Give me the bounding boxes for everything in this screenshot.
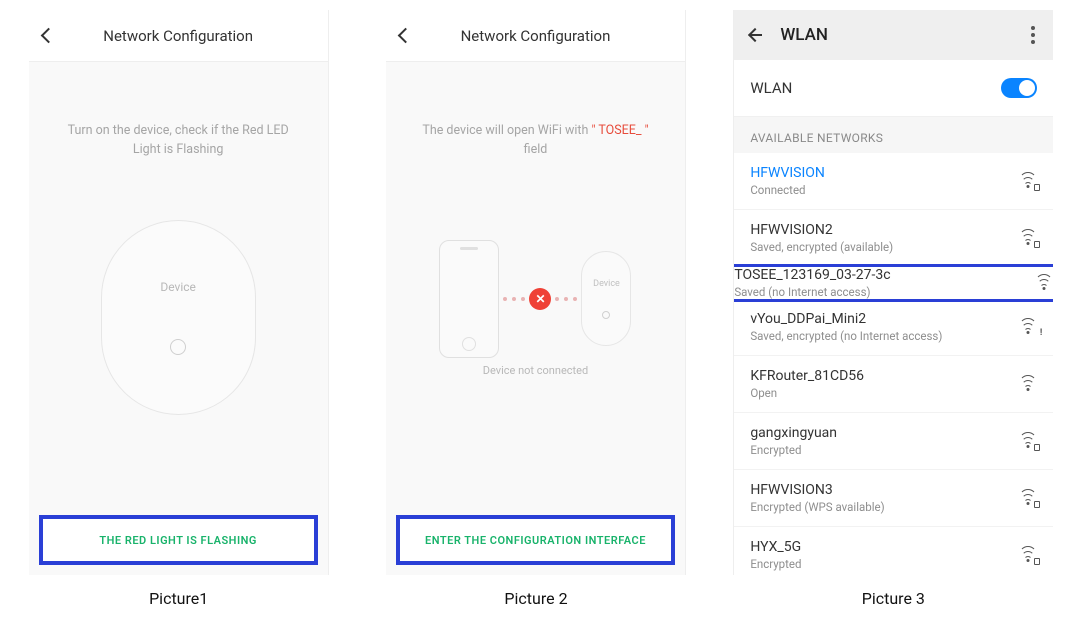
network-status: Encrypted: [750, 443, 837, 457]
wifi-icon: !: [1019, 320, 1037, 334]
network-name: HYX_5G: [750, 539, 801, 555]
picture1-col: Network Configuration Turn on the device…: [0, 10, 357, 643]
wifi-icon: [1019, 377, 1037, 391]
wifi-icon: [1019, 491, 1037, 505]
instruction-suffix: field: [524, 142, 548, 157]
picture1-caption: Picture1: [149, 589, 208, 608]
device-illustration: Device: [101, 220, 256, 415]
available-networks-label: AVAILABLE NETWORKS: [734, 117, 1053, 153]
picture3-caption: Picture 3: [862, 589, 925, 608]
nav-header: Network Configuration: [386, 10, 685, 62]
network-row[interactable]: TOSEE_123169_03-27-3c Saved (no Internet …: [733, 264, 1053, 302]
network-name: vYou_DDPai_Mini2: [750, 311, 942, 327]
picture2-screen: Network Configuration The device will op…: [386, 10, 686, 575]
network-name: HFWVISION3: [750, 482, 884, 498]
dots-left: [503, 297, 525, 301]
picture3-col: WLAN WLAN AVAILABLE NETWORKS HFWVISION Co…: [715, 10, 1072, 643]
device-led-icon: [602, 311, 610, 319]
wlan-title: WLAN: [780, 25, 828, 45]
network-info: HFWVISION Connected: [750, 165, 825, 197]
network-info: HFWVISION3 Encrypted (WPS available): [750, 482, 884, 514]
page-title: Network Configuration: [386, 27, 685, 45]
picture2-caption: Picture 2: [504, 589, 567, 608]
wifi-icon: [1019, 174, 1037, 188]
picture3-screen: WLAN WLAN AVAILABLE NETWORKS HFWVISION Co…: [733, 10, 1053, 575]
picture1-screen: Network Configuration Turn on the device…: [29, 10, 329, 575]
nav-header: Network Configuration: [29, 10, 328, 62]
device-label: Device: [593, 279, 620, 289]
picture2-col: Network Configuration The device will op…: [357, 10, 714, 643]
wlan-toggle[interactable]: [1001, 78, 1037, 98]
network-info: KFRouter_81CD56 Open: [750, 368, 864, 400]
network-name: gangxingyuan: [750, 425, 837, 441]
network-row[interactable]: gangxingyuan Encrypted: [734, 413, 1053, 470]
instruction-text: The device will open WiFi with " TOSEE_ …: [386, 122, 685, 160]
page-title: Network Configuration: [29, 27, 328, 45]
dots-right: [555, 297, 577, 301]
instruction-highlight: " TOSEE_ ": [591, 123, 648, 138]
network-status: Saved (no Internet access): [734, 285, 890, 299]
connection-illustration: ✕ Device: [405, 240, 665, 358]
network-row[interactable]: HFWVISION3 Encrypted (WPS available): [734, 470, 1053, 527]
wifi-icon: !: [1035, 276, 1053, 290]
instruction-text: Turn on the device, check if the Red LED…: [29, 122, 328, 160]
three-picture-row: Network Configuration Turn on the device…: [0, 0, 1072, 643]
back-arrow-icon[interactable]: [748, 28, 762, 42]
network-status: Saved, encrypted (available): [750, 240, 893, 254]
phone-icon: [439, 240, 499, 358]
network-row[interactable]: HFWVISION Connected: [734, 153, 1053, 210]
network-status: Encrypted: [750, 557, 801, 571]
not-connected-text: Device not connected: [386, 364, 685, 377]
network-row[interactable]: KFRouter_81CD56 Open: [734, 356, 1053, 413]
device-led-icon: [170, 339, 186, 355]
network-name: TOSEE_123169_03-27-3c: [734, 267, 890, 283]
network-status: Connected: [750, 183, 825, 197]
network-status: Encrypted (WPS available): [750, 500, 884, 514]
wifi-icon: [1019, 434, 1037, 448]
network-info: HYX_5G Encrypted: [750, 539, 801, 571]
network-info: gangxingyuan Encrypted: [750, 425, 837, 457]
device-label: Device: [160, 280, 196, 294]
wifi-icon: [1019, 231, 1037, 245]
not-connected-icon: ✕: [529, 288, 551, 310]
device-icon: Device: [581, 251, 631, 346]
wlan-toggle-label: WLAN: [750, 79, 792, 97]
red-light-flashing-button[interactable]: THE RED LIGHT IS FLASHING: [43, 519, 314, 561]
more-icon[interactable]: [1027, 22, 1039, 48]
network-info: vYou_DDPai_Mini2 Saved, encrypted (no Int…: [750, 311, 942, 343]
enter-config-button[interactable]: ENTER THE CONFIGURATION INTERFACE: [400, 519, 671, 561]
network-name: KFRouter_81CD56: [750, 368, 864, 384]
network-status: Saved, encrypted (no Internet access): [750, 329, 942, 343]
network-status: Open: [750, 386, 864, 400]
network-row[interactable]: HFWVISION2 Saved, encrypted (available): [734, 210, 1053, 267]
wlan-header: WLAN: [734, 10, 1053, 60]
wlan-toggle-row: WLAN: [734, 60, 1053, 117]
network-name: HFWVISION: [750, 165, 825, 181]
cta-highlight-box: ENTER THE CONFIGURATION INTERFACE: [396, 515, 675, 565]
wifi-icon: [1019, 548, 1037, 562]
wlan-header-left: WLAN: [748, 25, 828, 45]
network-list: HFWVISION Connected HFWVISION2 Saved, encry…: [734, 153, 1053, 575]
network-row[interactable]: HYX_5G Encrypted: [734, 527, 1053, 575]
network-name: HFWVISION2: [750, 222, 893, 238]
network-info: TOSEE_123169_03-27-3c Saved (no Internet …: [734, 267, 890, 299]
network-row[interactable]: vYou_DDPai_Mini2 Saved, encrypted (no Int…: [734, 299, 1053, 356]
network-info: HFWVISION2 Saved, encrypted (available): [750, 222, 893, 254]
instruction-prefix: The device will open WiFi with: [422, 123, 591, 138]
cta-highlight-box: THE RED LIGHT IS FLASHING: [39, 515, 318, 565]
